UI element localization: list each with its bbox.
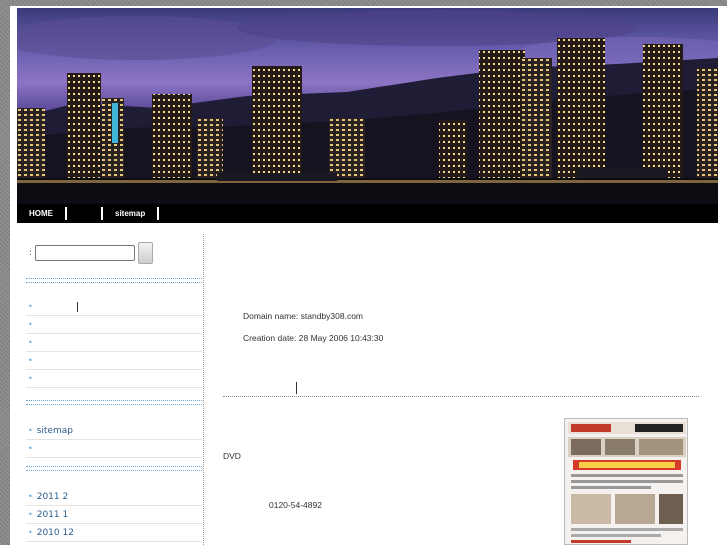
bullet-icon: • [28, 355, 33, 365]
archive-item-label: 2010 12 [36, 527, 74, 538]
domain-name-text: Domain name: standby308.com [243, 311, 364, 321]
bullet-icon: • [28, 527, 33, 537]
sidebar-divider [26, 466, 202, 471]
bullet-icon: • [28, 301, 33, 311]
archive-list: • 2011 2 • 2011 1 • 2010 12 [26, 488, 202, 542]
bullet-icon: • [28, 337, 33, 347]
search-label: : [29, 248, 33, 258]
header-banner-image [17, 8, 718, 204]
sidebar-divider [26, 400, 202, 405]
nav-item-blank[interactable] [67, 207, 103, 220]
archive-item-label: 2011 1 [36, 509, 69, 520]
bullet-icon: • [28, 509, 33, 519]
sidebar-list-secondary: • sitemap • [26, 422, 202, 458]
search-form: : [29, 242, 154, 264]
archive-item[interactable]: • 2011 1 [26, 506, 202, 524]
archive-item[interactable]: • 2010 12 [26, 524, 202, 542]
creation-date-text: Creation date: 28 May 2006 10:43:30 [243, 333, 384, 343]
nav-item-sitemap[interactable]: sitemap [103, 207, 160, 220]
sidebar-divider [26, 278, 202, 283]
list-item[interactable]: • [26, 352, 202, 370]
bullet-icon: • [28, 443, 33, 453]
search-input[interactable] [35, 245, 136, 261]
nav-item-home[interactable]: HOME [17, 207, 67, 220]
bullet-icon: • [28, 425, 33, 435]
list-item[interactable]: • [26, 316, 202, 334]
main-nav-bar: HOME sitemap [17, 204, 718, 223]
archive-item-label: 2011 2 [36, 491, 69, 502]
list-item[interactable]: • [26, 298, 202, 316]
city-skyline-illustration [17, 10, 718, 204]
bullet-icon: • [28, 373, 33, 383]
list-item[interactable]: • [26, 370, 202, 388]
bullet-icon: • [28, 491, 33, 501]
main-content: Domain name: standby308.com Creation dat… [210, 234, 715, 545]
archive-item[interactable]: • 2011 2 [26, 488, 202, 506]
text-cursor [76, 301, 78, 312]
sidebar-list-primary: • • • • • [26, 298, 202, 388]
text-cursor [296, 382, 297, 394]
dvd-label: DVD [223, 451, 241, 461]
content-divider [223, 396, 699, 397]
list-item[interactable]: • [26, 334, 202, 352]
bullet-icon: • [28, 319, 33, 329]
list-item-sitemap[interactable]: • sitemap [26, 422, 202, 440]
search-button[interactable] [138, 242, 154, 264]
phone-number: 0120-54-4892 [269, 500, 322, 510]
list-item-label: sitemap [36, 425, 73, 436]
sidebar: : • • • • • • sitemap • • 2011 2 • 2011 1 •… [24, 234, 204, 545]
list-item[interactable]: • [26, 440, 202, 458]
flyer-thumbnail-image[interactable] [564, 418, 688, 545]
flyer-illustration [565, 419, 687, 544]
page: HOME sitemap : • • • • • • sitemap • • 201… [10, 6, 727, 545]
